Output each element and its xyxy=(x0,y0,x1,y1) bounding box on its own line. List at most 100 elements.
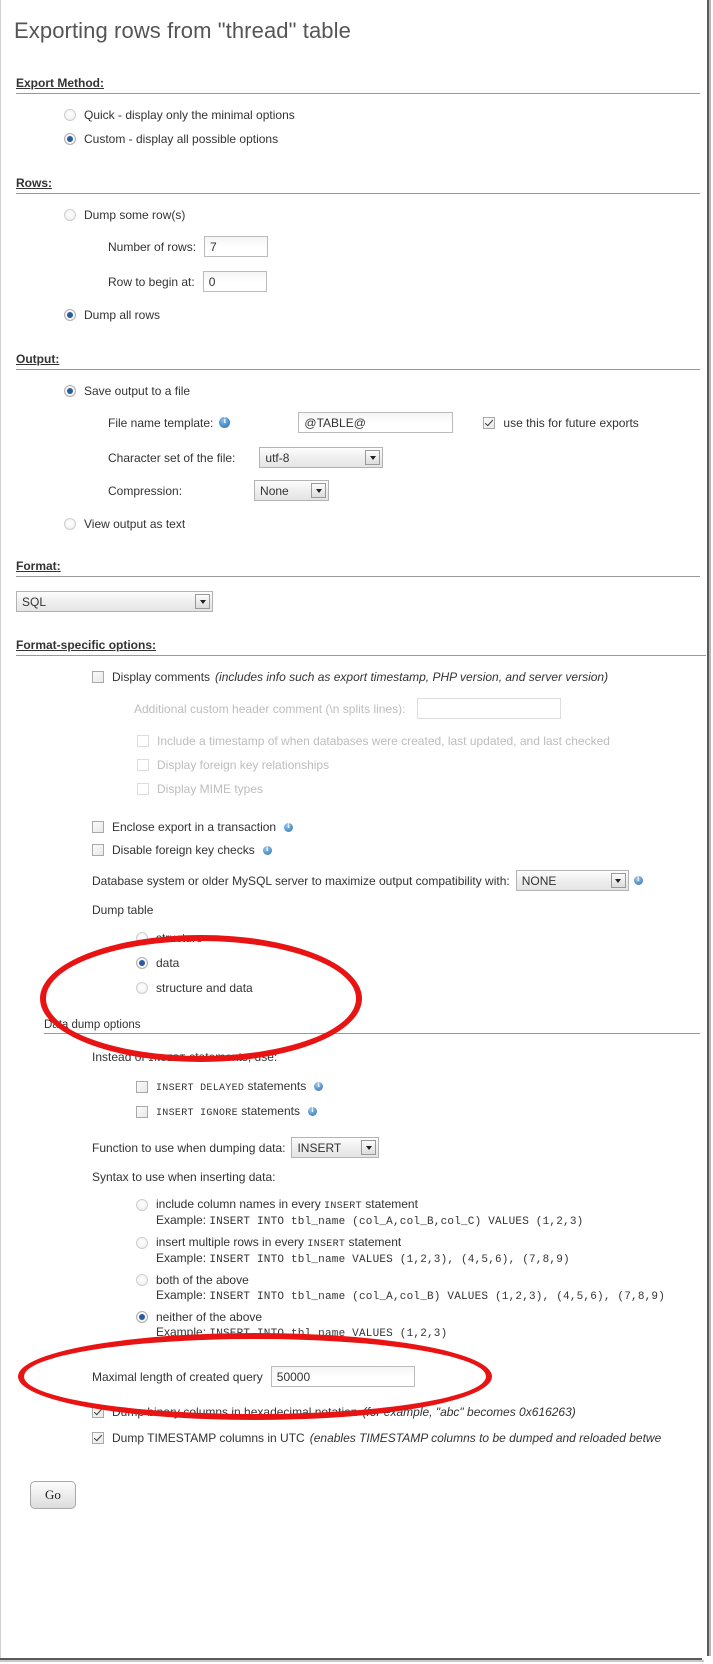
dump-structure-label: structure xyxy=(156,931,203,945)
save-output-file-radio[interactable] xyxy=(64,385,76,397)
instead-of-insert-label: Instead of INSERT statements, use: xyxy=(92,1050,277,1065)
compression-label: Compression: xyxy=(108,483,183,498)
syntax-include-columns-radio[interactable] xyxy=(136,1198,148,1211)
chevron-down-icon[interactable] xyxy=(195,594,210,609)
display-mime-row[interactable]: Display MIME types xyxy=(137,782,700,796)
divider xyxy=(16,93,700,94)
custom-label: Custom - display all possible options xyxy=(84,132,279,146)
help-icon[interactable] xyxy=(284,822,294,832)
divider xyxy=(16,576,700,577)
charset-row: Character set of the file: utf-8 xyxy=(108,447,700,468)
syntax-option-both[interactable]: both of the above Example: INSERT INTO t… xyxy=(136,1273,700,1303)
dump-all-rows-radio[interactable] xyxy=(64,309,76,321)
help-icon[interactable] xyxy=(633,875,643,885)
function-select[interactable]: INSERT xyxy=(291,1137,380,1158)
hex-binary-row[interactable]: Dump binary columns in hexadecimal notat… xyxy=(92,1405,700,1419)
dump-structure-and-data-row[interactable]: structure and data xyxy=(136,981,700,995)
insert-ignore-label: INSERT IGNORE statements xyxy=(156,1104,300,1119)
section-data-dump-options: Data dump options Instead of INSERT stat… xyxy=(0,1019,700,1445)
view-output-text-radio[interactable] xyxy=(64,518,76,530)
syntax-label: Syntax to use when inserting data: xyxy=(92,1170,276,1184)
go-button[interactable]: Go xyxy=(30,1481,76,1509)
format-select[interactable]: SQL xyxy=(16,591,213,612)
example-prefix: Example: xyxy=(156,1325,210,1339)
window-border-right-light xyxy=(709,0,711,1656)
dump-data-radio[interactable] xyxy=(136,957,148,969)
help-icon[interactable] xyxy=(219,416,231,428)
radio-row-custom[interactable]: Custom - display all possible options xyxy=(64,132,700,146)
chevron-down-icon[interactable] xyxy=(311,483,327,498)
quick-radio[interactable] xyxy=(64,109,76,121)
include-timestamp-checkbox xyxy=(137,735,149,747)
compat-select[interactable]: NONE xyxy=(515,870,629,891)
insert-ignore-row[interactable]: INSERT IGNORE statements xyxy=(136,1104,700,1119)
dump-structure-and-data-radio[interactable] xyxy=(136,982,148,994)
dump-some-rows-radio[interactable] xyxy=(64,209,76,221)
file-name-template-input[interactable] xyxy=(298,412,454,433)
disable-foreign-key-checks-checkbox[interactable] xyxy=(92,844,104,856)
help-icon[interactable] xyxy=(314,1081,324,1091)
window-border-right xyxy=(707,0,709,1656)
dump-table-label-row: Dump table xyxy=(92,903,700,917)
utc-timestamp-checkbox[interactable] xyxy=(92,1432,104,1444)
syntax-neither-radio[interactable] xyxy=(136,1311,148,1323)
radio-row-quick[interactable]: Quick - display only the minimal options xyxy=(64,108,700,122)
view-output-text-label: View output as text xyxy=(84,517,186,531)
chevron-down-icon[interactable] xyxy=(610,873,626,888)
enclose-transaction-checkbox[interactable] xyxy=(92,821,104,833)
utc-timestamp-row[interactable]: Dump TIMESTAMP columns in UTC (enables T… xyxy=(92,1431,700,1445)
dump-structure-row[interactable]: structure xyxy=(136,931,700,945)
help-icon[interactable] xyxy=(262,845,272,855)
label-prefix: include column names in every xyxy=(156,1197,325,1211)
radio-row-dump-all[interactable]: Dump all rows xyxy=(64,308,700,322)
display-comments-row[interactable]: Display comments (includes info such as … xyxy=(92,670,700,684)
window-border-bottom-light xyxy=(0,1660,704,1662)
insert-delayed-checkbox[interactable] xyxy=(136,1080,148,1093)
insert-delayed-row[interactable]: INSERT DELAYED statements xyxy=(136,1079,700,1094)
display-fk-row[interactable]: Display foreign key relationships xyxy=(137,758,700,772)
export-page: Exporting rows from "thread" table Expor… xyxy=(0,0,713,1664)
custom-header-input[interactable] xyxy=(417,698,562,719)
label-suffix: statement xyxy=(345,1235,402,1249)
example-code: INSERT INTO tbl_name (col_A,col_B) VALUE… xyxy=(209,1291,666,1303)
hex-binary-checkbox[interactable] xyxy=(92,1406,104,1418)
enclose-transaction-row[interactable]: Enclose export in a transaction xyxy=(92,820,700,834)
function-value: INSERT xyxy=(297,1140,342,1155)
max-query-label: Maximal length of created query xyxy=(92,1369,263,1384)
insert-ignore-checkbox[interactable] xyxy=(136,1105,148,1118)
dump-data-row[interactable]: data xyxy=(136,956,700,970)
dump-table-label: Dump table xyxy=(92,903,154,917)
radio-row-dump-some[interactable]: Dump some row(s) xyxy=(64,208,700,222)
include-timestamp-row[interactable]: Include a timestamp of when databases we… xyxy=(137,734,700,748)
disable-fk-row[interactable]: Disable foreign key checks xyxy=(92,843,700,857)
section-export-method: Export Method: Quick - display only the … xyxy=(0,76,700,146)
function-label: Function to use when dumping data: xyxy=(92,1140,286,1155)
row-to-begin-input[interactable] xyxy=(202,271,267,292)
number-of-rows-input[interactable] xyxy=(204,236,269,257)
chevron-down-icon[interactable] xyxy=(365,450,381,465)
rows-legend: Rows: xyxy=(16,176,52,190)
display-comments-checkbox[interactable] xyxy=(92,671,104,683)
max-query-input[interactable] xyxy=(270,1366,415,1387)
dump-structure-radio[interactable] xyxy=(136,932,148,944)
example-code: INSERT INTO tbl_name VALUES (1,2,3) xyxy=(209,1328,448,1340)
syntax-multiple-rows-radio[interactable] xyxy=(136,1236,148,1249)
syntax-option-include-columns[interactable]: include column names in every INSERT sta… xyxy=(136,1197,700,1228)
use-future-exports-checkbox[interactable] xyxy=(483,416,496,429)
syntax-option-neither[interactable]: neither of the above Example: INSERT INT… xyxy=(136,1310,700,1340)
syntax-option-multiple-rows[interactable]: insert multiple rows in every INSERT sta… xyxy=(136,1235,700,1266)
dump-data-label: data xyxy=(156,956,180,970)
help-icon[interactable] xyxy=(307,1106,317,1116)
syntax-both-example: Example: INSERT INTO tbl_name (col_A,col… xyxy=(156,1288,700,1303)
custom-radio[interactable] xyxy=(64,133,76,145)
syntax-both-radio[interactable] xyxy=(136,1274,148,1286)
syntax-include-columns-example: Example: INSERT INTO tbl_name (col_A,col… xyxy=(156,1213,700,1228)
charset-label: Character set of the file: xyxy=(108,450,236,465)
radio-row-view-text[interactable]: View output as text xyxy=(64,517,700,531)
compression-select[interactable]: None xyxy=(254,480,330,501)
chevron-down-icon[interactable] xyxy=(361,1140,377,1155)
radio-row-save-file[interactable]: Save output to a file xyxy=(64,384,700,398)
section-rows: Rows: Dump some row(s) Number of rows: R… xyxy=(0,176,700,322)
compression-row: Compression: None xyxy=(108,480,700,501)
charset-select[interactable]: utf-8 xyxy=(259,447,384,468)
